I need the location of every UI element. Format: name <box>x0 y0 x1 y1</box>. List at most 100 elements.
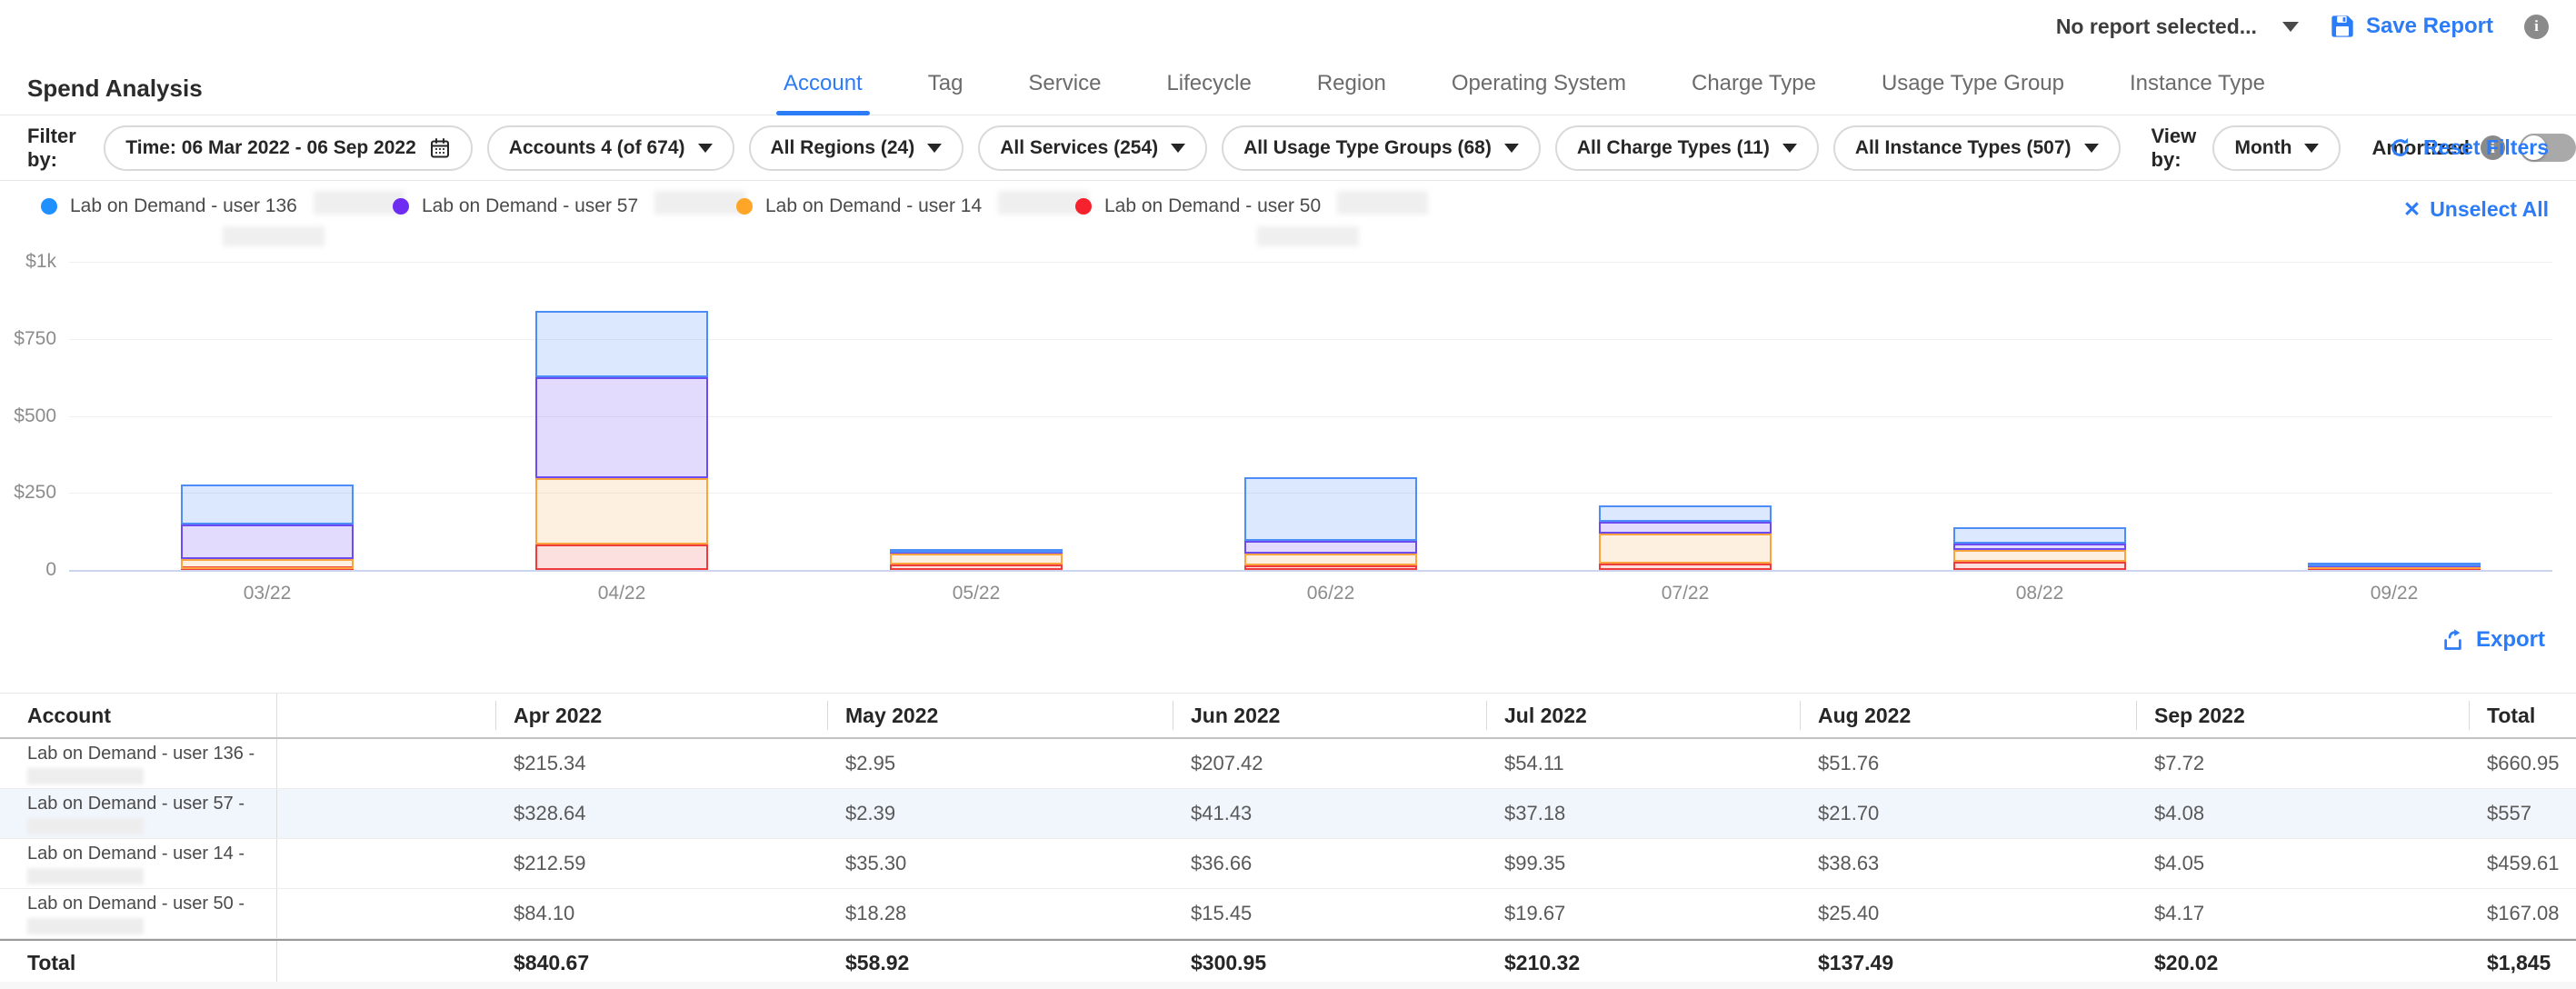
bar-segment-lab-on-demand-user-136[interactable] <box>890 549 1063 553</box>
unselect-all-label: Unselect All <box>2430 197 2549 222</box>
chevron-down-icon <box>1782 144 1797 153</box>
account-name: Lab on Demand - user 136 - <box>27 744 276 764</box>
filter-pill-label: All Usage Type Groups (68) <box>1243 137 1492 159</box>
account-name: Lab on Demand - user 14 - <box>27 844 276 864</box>
bar-segment-lab-on-demand-user-14[interactable] <box>535 478 708 544</box>
view-by-dropdown[interactable]: Month <box>2212 125 2341 171</box>
bottom-strip <box>0 982 2576 989</box>
legend-item-lab-on-demand-user-14[interactable]: Lab on Demand - user 14 <box>736 195 1089 217</box>
filter-pills: Time: 06 Mar 2022 - 06 Sep 2022 Accounts … <box>104 125 2120 171</box>
tab-operating-system[interactable]: Operating System <box>1452 53 1626 115</box>
cell-jul-2022: $99.35 <box>1486 852 1800 875</box>
legend-dot <box>736 198 753 215</box>
filter-pill-label: All Regions (24) <box>771 137 915 159</box>
cell-apr-2022: $84.10 <box>495 902 827 925</box>
column-header-total: Total <box>2469 694 2576 737</box>
y-axis-tick: $750 <box>0 328 56 350</box>
tab-account[interactable]: Account <box>784 53 863 115</box>
bar-segment-lab-on-demand-user-50[interactable] <box>1953 562 2126 570</box>
tab-tag[interactable]: Tag <box>928 53 964 115</box>
tab-service[interactable]: Service <box>1028 53 1101 115</box>
filter-pill-all-charge-types[interactable]: All Charge Types (11) <box>1555 125 1819 171</box>
total-cell-total: $1,845 <box>2469 951 2576 975</box>
filter-pill-time-06-mar-2022-06-sep-2022[interactable]: Time: 06 Mar 2022 - 06 Sep 2022 <box>104 125 472 171</box>
bar-segment-lab-on-demand-user-136[interactable] <box>2308 563 2481 566</box>
bar-segment-lab-on-demand-user-50[interactable] <box>1599 564 1772 570</box>
cell-jul-2022: $19.67 <box>1486 902 1800 925</box>
chevron-down-icon <box>2084 144 2099 153</box>
column-header-may-2022: May 2022 <box>827 694 1173 737</box>
total-label-cell: Total <box>0 941 277 984</box>
table-total-row: Total$840.67$58.92$300.95$210.32$137.49$… <box>0 939 2576 985</box>
total-cell-jun-2022: $300.95 <box>1173 951 1486 975</box>
tab-usage-type-group[interactable]: Usage Type Group <box>1882 53 2064 115</box>
bar-segment-lab-on-demand-user-136[interactable] <box>535 311 708 377</box>
bar-segment-lab-on-demand-user-14[interactable] <box>1599 534 1772 564</box>
reset-filters-button[interactable]: Reset Filters <box>2388 135 2549 160</box>
unselect-all-button[interactable]: ✕ Unselect All <box>2403 197 2549 222</box>
bar-segment-lab-on-demand-user-14[interactable] <box>890 554 1063 564</box>
cell-jun-2022: $36.66 <box>1173 852 1486 875</box>
filter-pill-all-instance-types[interactable]: All Instance Types (507) <box>1833 125 2121 171</box>
view-by-label: View by: <box>2152 125 2199 172</box>
export-button[interactable]: Export <box>2441 627 2545 653</box>
legend-label: Lab on Demand - user 50 <box>1104 195 1321 217</box>
account-cell: Lab on Demand - user 136 - <box>0 739 277 788</box>
column-header-apr-2022: Apr 2022 <box>495 694 827 737</box>
bar-segment-lab-on-demand-user-136[interactable] <box>1244 477 1417 541</box>
bar-segment-lab-on-demand-user-57[interactable] <box>1599 522 1772 534</box>
bar-segment-lab-on-demand-user-14[interactable] <box>181 559 354 569</box>
legend-item-lab-on-demand-user-57[interactable]: Lab on Demand - user 57 <box>393 195 745 217</box>
bar-segment-lab-on-demand-user-50[interactable] <box>890 564 1063 570</box>
bar-segment-lab-on-demand-user-136[interactable] <box>1599 505 1772 522</box>
cell-apr-2022: $328.64 <box>495 802 827 825</box>
total-cell-jul-2022: $210.32 <box>1486 951 1800 975</box>
bar-segment-lab-on-demand-user-14[interactable] <box>1953 550 2126 562</box>
bar-segment-lab-on-demand-user-57[interactable] <box>1244 541 1417 554</box>
bar-group-03-22 <box>181 241 354 570</box>
cell-jun-2022: $207.42 <box>1173 752 1486 775</box>
legend-label: Lab on Demand - user 57 <box>422 195 638 217</box>
bar-segment-lab-on-demand-user-136[interactable] <box>1953 527 2126 544</box>
bar-group-04-22 <box>535 241 708 570</box>
bar-segment-lab-on-demand-user-57[interactable] <box>181 524 354 559</box>
legend-item-lab-on-demand-user-50[interactable]: Lab on Demand - user 50 <box>1075 195 1428 217</box>
filter-pill-all-usage-type-groups[interactable]: All Usage Type Groups (68) <box>1222 125 1541 171</box>
redacted-text <box>314 191 404 215</box>
bar-segment-lab-on-demand-user-57[interactable] <box>535 377 708 478</box>
bar-group-08-22 <box>1953 241 2126 570</box>
x-axis-label-05-22: 05/22 <box>913 583 1040 604</box>
tab-instance-type[interactable]: Instance Type <box>2130 53 2265 115</box>
cell-total: $660.95 <box>2469 752 2576 775</box>
bar-segment-lab-on-demand-user-14[interactable] <box>1244 554 1417 564</box>
tab-region[interactable]: Region <box>1317 53 1386 115</box>
bar-segment-lab-on-demand-user-50[interactable] <box>535 544 708 571</box>
redacted-text <box>27 818 144 834</box>
total-cell-may-2022: $58.92 <box>827 951 1173 975</box>
cell-aug-2022: $51.76 <box>1800 752 2136 775</box>
tab-lifecycle[interactable]: Lifecycle <box>1166 53 1251 115</box>
tabs: Account Tag Service Lifecycle Region Operatin… <box>784 53 2265 115</box>
y-axis-tick: $250 <box>0 482 56 504</box>
save-report-label: Save Report <box>2366 14 2493 39</box>
chart-legend: ✕ Unselect All Lab on Demand - user 136 L… <box>0 181 2576 241</box>
filter-pill-accounts-4[interactable]: Accounts 4 (of 674) <box>487 125 734 171</box>
cell-may-2022: $2.39 <box>827 802 1173 825</box>
tab-charge-type[interactable]: Charge Type <box>1692 53 1816 115</box>
filter-pill-all-regions[interactable]: All Regions (24) <box>749 125 964 171</box>
legend-item-lab-on-demand-user-136[interactable]: Lab on Demand - user 136 <box>41 195 404 217</box>
bar-segment-lab-on-demand-user-50[interactable] <box>1244 565 1417 570</box>
redacted-text <box>1337 191 1428 215</box>
cell-total: $557 <box>2469 802 2576 825</box>
save-report-button[interactable]: Save Report <box>2330 14 2493 39</box>
chevron-down-icon <box>698 144 713 153</box>
column-header-jun-2022: Jun 2022 <box>1173 694 1486 737</box>
filter-bar: Filter by: Time: 06 Mar 2022 - 06 Sep 20… <box>0 115 2576 181</box>
info-icon[interactable]: i <box>2524 15 2549 39</box>
account-cell: Lab on Demand - user 57 - <box>0 789 277 838</box>
x-axis-label-04-22: 04/22 <box>558 583 685 604</box>
bar-segment-lab-on-demand-user-136[interactable] <box>181 485 354 524</box>
report-selector[interactable]: No report selected... <box>2056 15 2299 39</box>
bar-segment-lab-on-demand-user-57[interactable] <box>1953 544 2126 550</box>
filter-pill-all-services[interactable]: All Services (254) <box>978 125 1207 171</box>
